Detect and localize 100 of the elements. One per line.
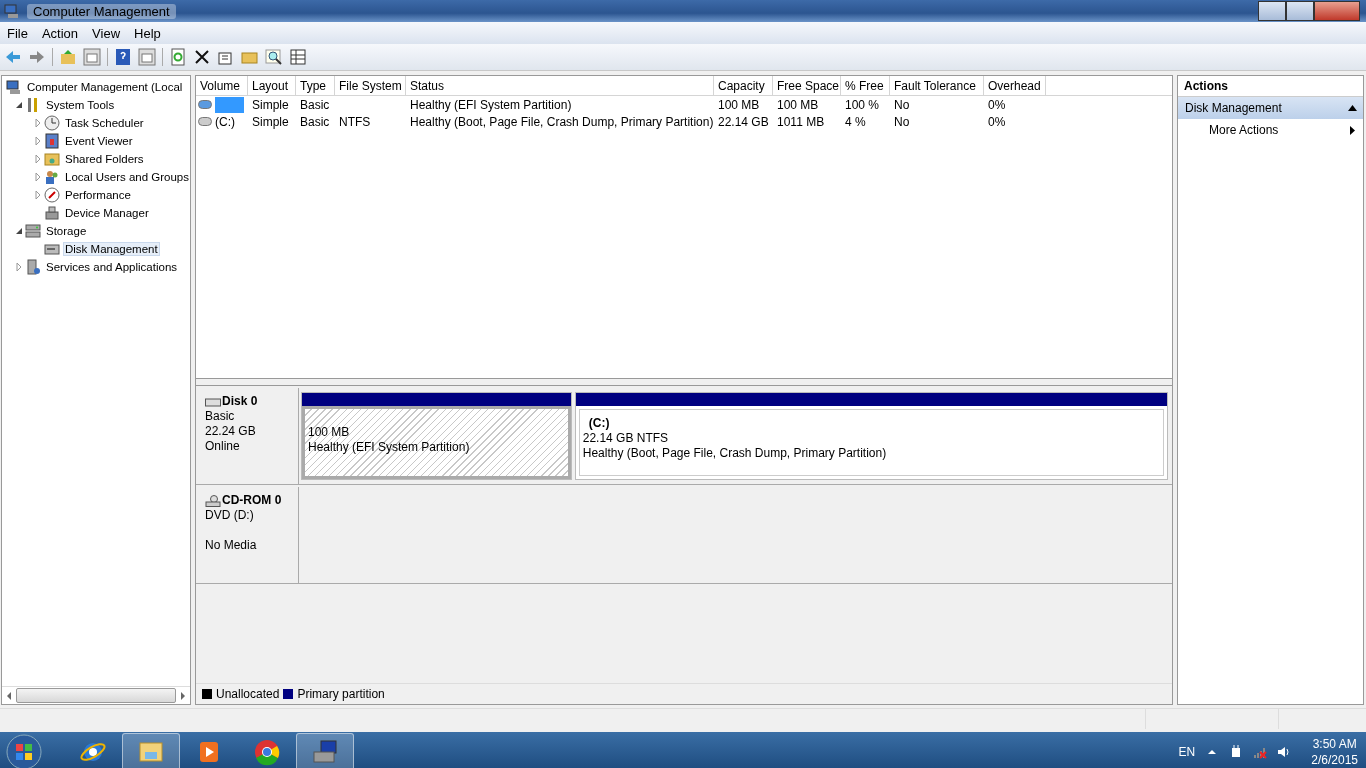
- table-cell: 4 %: [845, 114, 866, 129]
- tree-node-icon: [44, 169, 60, 185]
- partition-block[interactable]: 100 MB Healthy (EFI System Partition): [301, 392, 572, 480]
- table-cell: Healthy (Boot, Page File, Crash Dump, Primary Partition): [410, 114, 714, 129]
- tree-item[interactable]: Task Scheduler: [63, 116, 146, 130]
- table-cell: Basic: [300, 97, 330, 112]
- forward-icon[interactable]: [28, 48, 46, 66]
- tree-item[interactable]: Services and Applications: [44, 260, 180, 274]
- table-cell: 0%: [988, 114, 1006, 129]
- table-cell: Basic: [300, 114, 330, 129]
- menu-item[interactable]: Help: [127, 25, 168, 41]
- app-icon: [311, 738, 339, 766]
- action-section[interactable]: Disk Management: [1178, 97, 1363, 119]
- cd-drive-icon: [205, 494, 221, 507]
- scroll-left-icon[interactable]: [6, 691, 12, 700]
- column-header[interactable]: Status: [406, 76, 714, 95]
- menu-item[interactable]: View: [85, 25, 128, 41]
- tree-node-icon: [44, 151, 60, 167]
- tree-item[interactable]: Event Viewer: [63, 134, 135, 148]
- tree-item[interactable]: Computer Management (Local: [25, 80, 185, 94]
- table-cell: 1011 MB: [777, 114, 825, 129]
- disk-name: Disk 0: [222, 394, 258, 409]
- table-cell: 22.14 GB: [718, 114, 769, 129]
- table-cell: (C:): [215, 114, 235, 129]
- column-header[interactable]: Overhead: [984, 76, 1046, 95]
- taskbar-button[interactable]: [296, 733, 354, 768]
- tree-item[interactable]: Device Manager: [63, 206, 151, 220]
- table-cell: Healthy (EFI System Partition): [410, 97, 572, 112]
- column-header[interactable]: Free Space: [773, 76, 841, 95]
- selection-highlight[interactable]: [215, 96, 244, 113]
- column-header[interactable]: Capacity: [714, 76, 773, 95]
- clock-time: 3:50 AM: [1312, 736, 1357, 752]
- table-cell: 100 MB: [718, 97, 760, 112]
- magnifier-icon[interactable]: [265, 48, 283, 66]
- clock[interactable]: 3:50 AM 2/6/2015: [1311, 736, 1358, 768]
- disk-info: DVD (D:): [205, 508, 255, 523]
- menu-item[interactable]: File: [0, 25, 35, 41]
- app-icon: [253, 738, 281, 766]
- tree-node-icon: [25, 259, 41, 275]
- start-button[interactable]: [4, 732, 44, 768]
- column-header[interactable]: Fault Tolerance: [890, 76, 984, 95]
- partition-label: (C:): [587, 416, 611, 431]
- table-cell: No: [894, 114, 910, 129]
- folder-up-icon[interactable]: [59, 48, 77, 66]
- tree-item[interactable]: Disk Management: [63, 242, 160, 256]
- column-header[interactable]: File System: [335, 76, 406, 95]
- window-title: Computer Management: [27, 3, 176, 19]
- table-cell: No: [894, 97, 910, 112]
- table-cell: 100 MB: [777, 97, 819, 112]
- tree-item[interactable]: Performance: [63, 188, 133, 202]
- table-cell: 100 %: [845, 97, 880, 112]
- grid-icon[interactable]: [289, 48, 307, 66]
- refresh-icon[interactable]: [169, 48, 187, 66]
- tree-item[interactable]: Shared Folders: [63, 152, 146, 166]
- action-pane-icon[interactable]: [138, 48, 156, 66]
- app-icon: [4, 3, 20, 19]
- partition-status: Healthy (EFI System Partition): [308, 440, 471, 455]
- speaker-icon[interactable]: [1277, 745, 1292, 759]
- column-header[interactable]: Layout: [248, 76, 296, 95]
- help-icon[interactable]: [114, 48, 132, 66]
- column-header[interactable]: Volume: [196, 76, 248, 95]
- partition-size: 100 MB: [308, 425, 351, 440]
- legend-label: Unallocated: [216, 687, 280, 701]
- tree-item[interactable]: System Tools: [44, 98, 117, 112]
- tree-node-icon: [44, 241, 60, 257]
- tree-item[interactable]: Local Users and Groups: [63, 170, 191, 184]
- maximize-button[interactable]: [1286, 1, 1314, 21]
- console-tree-icon[interactable]: [83, 48, 101, 66]
- clock-date: 2/6/2015: [1311, 752, 1358, 768]
- tree-node-icon: [44, 115, 60, 131]
- disk-info: 22.24 GB: [205, 424, 257, 439]
- back-icon[interactable]: [4, 48, 22, 66]
- tree-node-icon: [44, 205, 60, 221]
- collapse-icon[interactable]: [1348, 105, 1357, 111]
- language-indicator[interactable]: EN: [1178, 745, 1196, 759]
- legend-label: Primary partition: [297, 687, 385, 701]
- delete-icon[interactable]: [193, 48, 211, 66]
- partition-block[interactable]: (C:) 22.14 GB NTFS Healthy (Boot, Page File, Crash Dump, Primary Partition): [574, 392, 1168, 480]
- disk-name: CD-ROM 0: [222, 493, 282, 508]
- horizontal-scrollbar[interactable]: [2, 686, 190, 704]
- table-cell: NTFS: [339, 114, 371, 129]
- close-button[interactable]: [1314, 1, 1360, 21]
- table-cell: Simple: [252, 114, 289, 129]
- column-header[interactable]: % Free: [841, 76, 890, 95]
- menu-item[interactable]: Action: [34, 25, 86, 41]
- tree-node-icon: [25, 223, 41, 239]
- submenu-arrow-icon[interactable]: [1350, 125, 1355, 135]
- taskbar-button[interactable]: [122, 733, 180, 768]
- tree-node-icon: [44, 133, 60, 149]
- action-item[interactable]: More Actions: [1209, 123, 1350, 137]
- tree-item[interactable]: Storage: [44, 224, 89, 238]
- scroll-right-icon[interactable]: [180, 691, 186, 700]
- partition-status: Healthy (Boot, Page File, Crash Dump, Primary Partition): [582, 446, 888, 461]
- disk-info: Basic: [205, 409, 236, 424]
- disk-info: Online: [205, 439, 241, 454]
- tree-node-icon: [6, 79, 22, 95]
- column-header[interactable]: Type: [296, 76, 335, 95]
- table-cell: 0%: [988, 97, 1006, 112]
- minimize-button[interactable]: [1258, 1, 1286, 21]
- table-cell: Simple: [252, 97, 289, 112]
